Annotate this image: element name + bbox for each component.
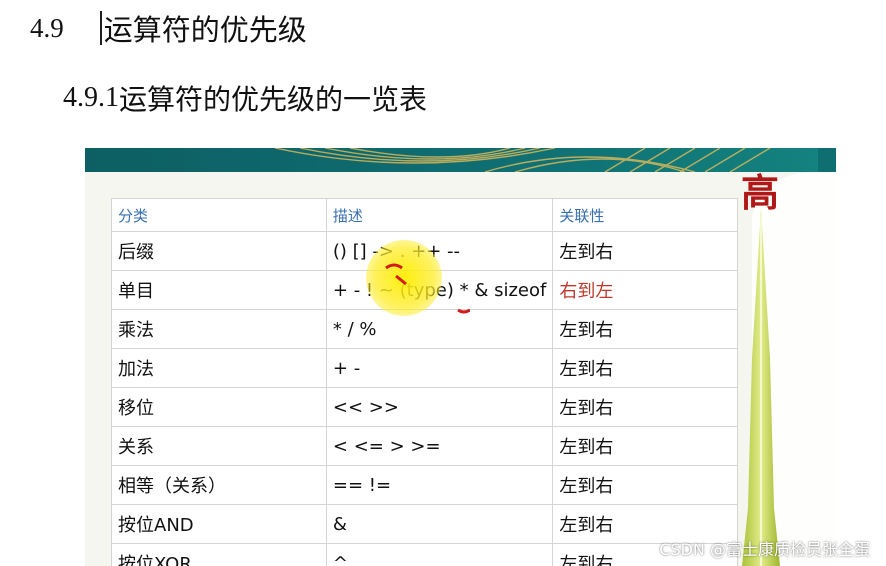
category-cell: 移位: [111, 387, 327, 427]
table-row: 相等（关系） == != 左到右: [111, 465, 738, 505]
section-number: 4.9: [30, 12, 64, 43]
banner-swirl-decoration: [274, 148, 771, 172]
operators-cell: == !=: [325, 465, 554, 505]
category-cell: 关系: [111, 426, 327, 466]
associativity-cell: 左到右: [552, 465, 738, 505]
table-row: 移位 << >> 左到右: [111, 387, 738, 427]
category-cell: 乘法: [111, 309, 327, 349]
table-row: 加法 + - 左到右: [111, 348, 738, 388]
section-title: 运算符的优先级: [103, 13, 307, 47]
annotation-marks: [385, 263, 470, 314]
slide-banner: [85, 148, 836, 172]
associativity-cell: 左到右: [552, 387, 738, 427]
text-cursor: [99, 11, 102, 45]
subsection-number: 4.9.1: [63, 82, 119, 113]
section-heading: 4.9 运算符的优先级: [30, 8, 307, 48]
category-cell: 后缀: [111, 231, 327, 271]
operators-cell: + -: [325, 348, 554, 388]
operators-cell: ^: [325, 543, 554, 566]
associativity-cell: 左到右: [552, 309, 738, 349]
category-cell: 加法: [111, 348, 327, 388]
operators-cell: &: [325, 504, 554, 544]
precedence-slide: 高 分类 描述 关联性 后缀 () [] -> . ++ -- 左到右: [85, 148, 836, 566]
watermark: CSDN @富士康质检员张全蛋: [659, 540, 870, 559]
associativity-cell: 左到右: [552, 348, 738, 388]
operators-cell: < <= > >=: [325, 426, 554, 466]
category-cell: 相等（关系）: [111, 465, 327, 505]
category-cell: 按位XOR: [111, 543, 327, 566]
associativity-cell: 右到左: [552, 270, 738, 310]
category-cell: 单目: [111, 270, 327, 310]
column-header-associativity: 关联性: [552, 198, 738, 232]
category-cell: 按位AND: [111, 504, 327, 544]
subsection-title: 运算符的优先级的一览表: [119, 83, 428, 116]
column-header-category: 分类: [111, 198, 327, 232]
table-row: 关系 < <= > >= 左到右: [111, 426, 738, 466]
operators-cell: << >>: [325, 387, 554, 427]
table-row: 按位XOR ^ 左到右: [111, 543, 738, 566]
associativity-cell: 左到右: [552, 231, 738, 271]
associativity-cell: 左到右: [552, 426, 738, 466]
priority-arrow-icon: [742, 208, 780, 566]
table-header-row: 分类 描述 关联性: [111, 198, 738, 232]
column-header-description: 描述: [325, 198, 554, 232]
subsection-heading: 4.9.1 运算符的优先级的一览表: [63, 78, 427, 118]
table-row: 按位AND & 左到右: [111, 504, 738, 544]
